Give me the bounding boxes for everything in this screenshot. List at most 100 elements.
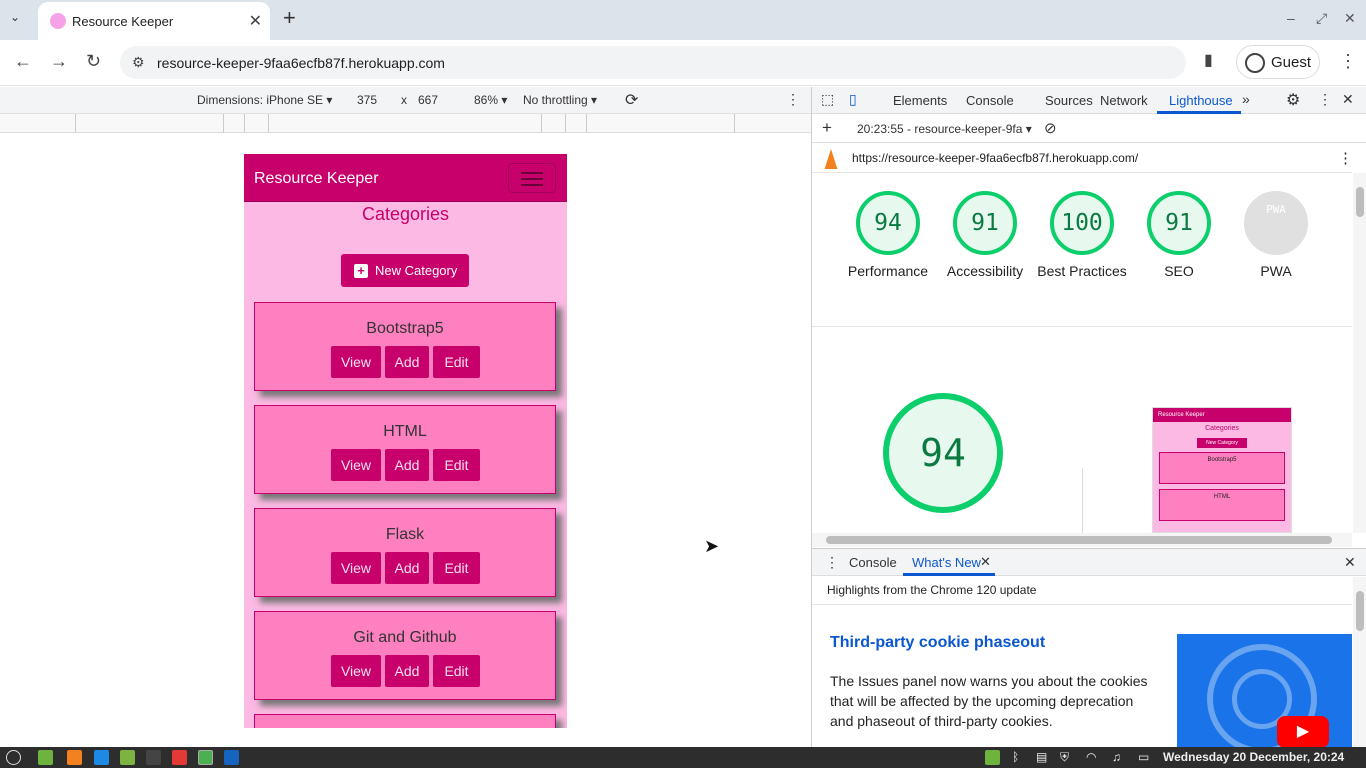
close-drawer-icon[interactable]: ✕ [1344,554,1356,571]
tab-elements[interactable]: Elements [893,93,947,108]
battery-icon[interactable]: ▭ [1138,750,1149,764]
terminal-icon[interactable] [146,750,161,765]
side-panel-icon[interactable]: ▮ [1204,52,1213,70]
files-icon[interactable] [120,750,135,765]
chrome-icon[interactable] [198,750,213,765]
back-icon[interactable]: ← [14,52,32,70]
edit-button[interactable]: Edit [433,655,480,687]
gauge-pwa[interactable]: PWA PWA [1227,191,1325,281]
settings-gear-icon[interactable]: ⚙ [1286,90,1300,110]
forward-icon[interactable]: → [50,52,68,70]
view-button[interactable]: View [331,449,381,481]
device-height-input[interactable]: 667 [418,93,438,107]
drawer-menu-icon[interactable]: ⋮ [825,554,839,571]
device-options-icon[interactable]: ⋮ [786,91,800,108]
device-toolbar: Dimensions: iPhone SE ▾ 375 x 667 86% ▾ … [0,87,811,114]
view-button[interactable]: View [331,655,381,687]
drawer-tab-whats-new[interactable]: What's New [912,555,981,570]
add-button[interactable]: Add [385,552,429,584]
browser-toolbar: ← → ↻ ⚙ resource-keeper-9faa6ecfb87f.her… [0,40,1366,86]
add-button[interactable]: Add [385,655,429,687]
reload-icon[interactable]: ↻ [86,52,101,70]
report-selector[interactable]: 20:23:55 - resource-keeper-9fa ▾ [857,122,1032,136]
new-tab-icon[interactable]: + [283,7,296,29]
tab-console[interactable]: Console [966,93,1014,108]
device-width-input[interactable]: 375 [357,93,377,107]
gauge-label: Best Practices [1037,263,1127,279]
new-report-icon[interactable]: + [822,118,832,138]
more-tabs-icon[interactable]: » [1242,91,1250,107]
opera-icon[interactable] [172,750,187,765]
browser-tab[interactable]: Resource Keeper ✕ [38,2,270,40]
system-taskbar: ᛒ ▤ ⛨ ◠ ♫ ▭ Wednesday 20 December, 20:24 [0,747,1366,768]
shield-icon[interactable]: ⛨ [1060,750,1069,765]
throttling-select[interactable]: No throttling ▾ [523,93,597,107]
drawer-scrollbar[interactable] [1353,577,1366,748]
horizontal-scrollbar[interactable] [812,533,1352,547]
tab-sources[interactable]: Sources [1045,93,1093,108]
edit-button[interactable]: Edit [433,449,480,481]
devtools-menu-icon[interactable]: ⋮ [1318,91,1332,108]
report-selector-label: 20:23:55 - resource-keeper-9fa [857,122,1023,136]
category-name: Bootstrap5 [366,320,444,337]
bluetooth-icon[interactable]: ᛒ [1012,750,1019,764]
browser-menu-icon[interactable]: ⋮ [1339,52,1357,70]
add-button[interactable]: Add [385,449,429,481]
lighthouse-toolbar: + 20:23:55 - resource-keeper-9fa ▾ ⊘ [812,115,1366,143]
gauge-seo[interactable]: 91 SEO [1130,191,1228,281]
app-icon[interactable] [67,750,82,765]
edit-button[interactable]: Edit [433,346,480,378]
sound-icon[interactable]: ♫ [1112,750,1121,764]
wifi-icon[interactable]: ◠ [1086,750,1096,764]
tab-lighthouse[interactable]: Lighthouse [1169,93,1233,108]
view-button[interactable]: View [331,552,381,584]
close-window-icon[interactable]: ✕ [1344,10,1356,27]
address-bar[interactable]: ⚙ resource-keeper-9faa6ecfb87f.herokuapp… [120,46,1186,79]
gauge-accessibility[interactable]: 91 Accessibility [936,191,1034,281]
clock[interactable]: Wednesday 20 December, 20:24 [1163,750,1344,764]
drawer-tab-console[interactable]: Console [849,555,897,570]
vertical-scrollbar[interactable] [1353,173,1366,533]
tray-icon[interactable] [985,750,1000,765]
clear-reports-icon[interactable]: ⊘ [1044,119,1057,137]
minimize-icon[interactable]: – [1287,10,1295,26]
view-button[interactable]: View [331,346,381,378]
tab-search-icon[interactable]: ⌄ [10,10,20,24]
device-toggle-icon[interactable]: ▯ [849,91,857,108]
inspect-element-icon[interactable]: ⬚ [821,91,834,108]
navbar-toggler-icon[interactable] [508,163,556,193]
best-practices-score: 100 [1050,191,1114,255]
show-desktop-icon[interactable] [38,750,53,765]
article-title[interactable]: Third-party cookie phaseout [830,634,1045,652]
report-menu-icon[interactable]: ⋮ [1338,149,1353,167]
bluetooth-app-icon[interactable] [224,750,239,765]
menu-icon[interactable] [6,750,21,765]
site-brand[interactable]: Resource Keeper [254,170,379,188]
site-info-icon[interactable]: ⚙ [132,54,145,71]
close-tab-icon[interactable]: ✕ [249,11,262,31]
category-name: Git and Github [353,629,457,646]
tab-network[interactable]: Network [1100,93,1148,108]
new-category-button[interactable]: + New Category [341,254,469,287]
play-icon[interactable]: ▶ [1277,716,1329,748]
emulated-viewport: Resource Keeper Categories + New Categor… [0,133,811,747]
edit-button[interactable]: Edit [433,552,480,584]
article-text: The Issues panel now warns you about the… [830,673,1148,729]
vscode-icon[interactable] [94,750,109,765]
add-button[interactable]: Add [385,346,429,378]
profile-button[interactable]: Guest [1236,45,1320,79]
profile-label: Guest [1271,54,1312,71]
video-thumbnail[interactable]: ▶ [1177,634,1352,748]
device-dimensions-select[interactable]: Dimensions: iPhone SE ▾ [197,93,332,107]
close-whats-new-icon[interactable]: ✕ [980,554,991,570]
clipboard-icon[interactable]: ▤ [1036,750,1047,764]
restore-icon[interactable]: ⤢ [1316,10,1327,27]
report-url[interactable]: https://resource-keeper-9faa6ecfb87f.her… [852,151,1138,165]
gauge-best-practices[interactable]: 100 Best Practices [1033,191,1131,281]
site-navbar: Resource Keeper [244,154,567,202]
gauge-performance[interactable]: 94 Performance [839,191,937,281]
rotate-icon[interactable]: ⟳ [625,90,638,110]
thumb-navbar: Resource Keeper [1153,408,1291,422]
zoom-select[interactable]: 86% ▾ [474,93,507,107]
close-devtools-icon[interactable]: ✕ [1342,91,1354,108]
